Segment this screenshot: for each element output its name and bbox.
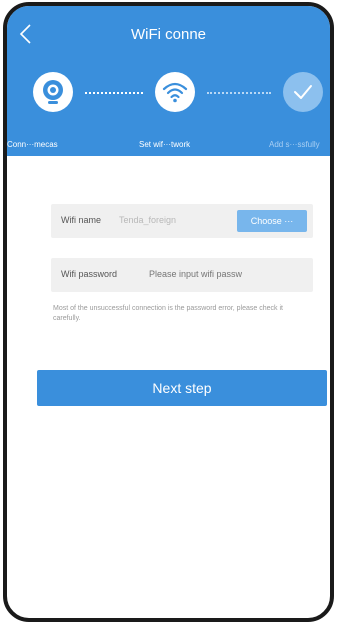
step-label: Conn···mecas	[7, 140, 58, 149]
page-title: WiFi conne	[130, 26, 207, 43]
camera-icon	[43, 80, 63, 104]
step-set-wifi	[155, 72, 195, 112]
wifi-password-input[interactable]	[149, 269, 299, 279]
wifi-icon	[162, 82, 188, 103]
step-added-successfully	[283, 72, 323, 112]
wifi-name-label: Wifi name	[61, 215, 102, 225]
step-connector	[207, 92, 271, 94]
wifi-password-label: Wifi password	[61, 269, 118, 279]
choose-wifi-button[interactable]: Choose ···	[237, 210, 307, 232]
wifi-password-row: Wifi password	[51, 258, 313, 292]
phone-frame: WiFi conne Conn···mecas Set wif···twork …	[3, 2, 334, 622]
step-label: Add s···ssfully	[269, 140, 320, 149]
check-icon	[294, 85, 312, 99]
wifi-name-value[interactable]: Tenda_foreign	[119, 215, 229, 225]
step-label: Set wif···twork	[139, 140, 191, 149]
step-connector	[85, 92, 143, 94]
header-bar: WiFi conne Conn···mecas Set wif···twork …	[7, 6, 330, 156]
next-step-button[interactable]: Next step	[37, 370, 327, 406]
wifi-name-row: Wifi name Tenda_foreign Choose ···	[51, 204, 313, 238]
password-hint: Most of the unsuccessful connection is t…	[53, 305, 283, 322]
step-connect-camera	[33, 72, 73, 112]
